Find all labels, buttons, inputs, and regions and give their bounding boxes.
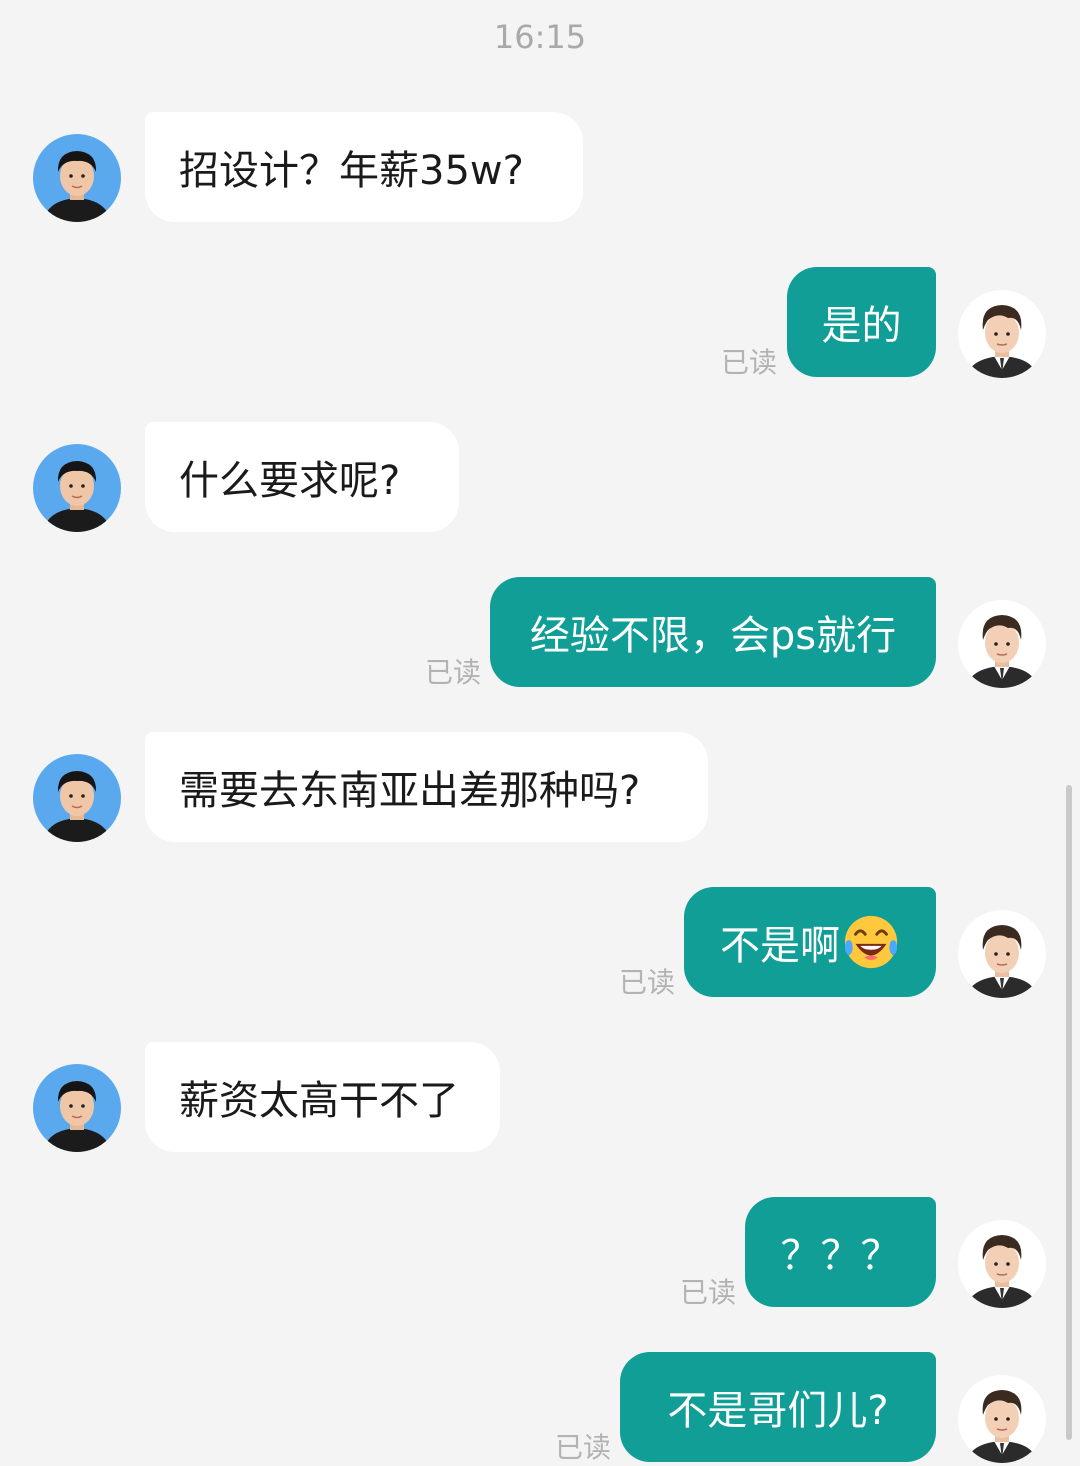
message-text: 薪资太高干不了 — [179, 1078, 459, 1124]
person-photo-icon — [33, 754, 121, 842]
person-photo-icon — [958, 290, 1046, 378]
avatar-contact[interactable] — [33, 754, 121, 842]
message-bubble-outgoing[interactable]: 不是啊 — [684, 887, 936, 997]
avatar-self[interactable] — [958, 600, 1046, 688]
read-receipt: 已读 — [680, 1276, 737, 1309]
message-text: 是的 — [821, 303, 902, 349]
person-photo-icon — [958, 910, 1046, 998]
avatar-self[interactable] — [958, 1375, 1046, 1463]
avatar-contact[interactable] — [33, 134, 121, 222]
message-text: 经验不限，会ps就行 — [529, 613, 897, 659]
message-bubble-outgoing[interactable]: ？？？ — [745, 1197, 936, 1307]
person-photo-icon — [33, 1064, 121, 1152]
message-bubble-incoming[interactable]: 薪资太高干不了 — [145, 1042, 500, 1152]
message-text: ？？？ — [780, 1233, 901, 1279]
message-bubble-outgoing[interactable]: 是的 — [787, 267, 936, 377]
message-bubble-incoming[interactable]: 什么要求呢? — [145, 422, 459, 532]
avatar-contact[interactable] — [33, 444, 121, 532]
message-text: 需要去东南亚出差那种吗? — [179, 768, 641, 814]
message-text: 不是啊 — [720, 923, 840, 969]
read-receipt: 已读 — [425, 656, 482, 689]
message-text: 什么要求呢? — [179, 458, 401, 504]
person-photo-icon — [958, 1375, 1046, 1463]
person-photo-icon — [33, 444, 121, 532]
person-photo-icon — [33, 134, 121, 222]
message-bubble-incoming[interactable]: 需要去东南亚出差那种吗? — [145, 732, 708, 842]
read-receipt: 已读 — [721, 346, 778, 379]
read-receipt: 已读 — [619, 966, 676, 999]
message-bubble-outgoing[interactable]: 经验不限，会ps就行 — [490, 577, 936, 687]
avatar-self[interactable] — [958, 290, 1046, 378]
message-bubble-outgoing[interactable]: 不是哥们儿? — [620, 1352, 936, 1462]
message-text: 招设计？年薪35w? — [179, 148, 524, 194]
avatar-self[interactable] — [958, 910, 1046, 998]
message-text: 不是哥们儿? — [667, 1388, 889, 1434]
person-photo-icon — [958, 1220, 1046, 1308]
person-photo-icon — [958, 600, 1046, 688]
scrollbar[interactable] — [1066, 785, 1072, 1440]
read-receipt: 已读 — [555, 1431, 612, 1464]
avatar-self[interactable] — [958, 1220, 1046, 1308]
laughing-tears-emoji — [844, 915, 898, 969]
avatar-contact[interactable] — [33, 1064, 121, 1152]
chat-timestamp: 16:15 — [493, 18, 587, 56]
message-bubble-incoming[interactable]: 招设计？年薪35w? — [145, 112, 583, 222]
